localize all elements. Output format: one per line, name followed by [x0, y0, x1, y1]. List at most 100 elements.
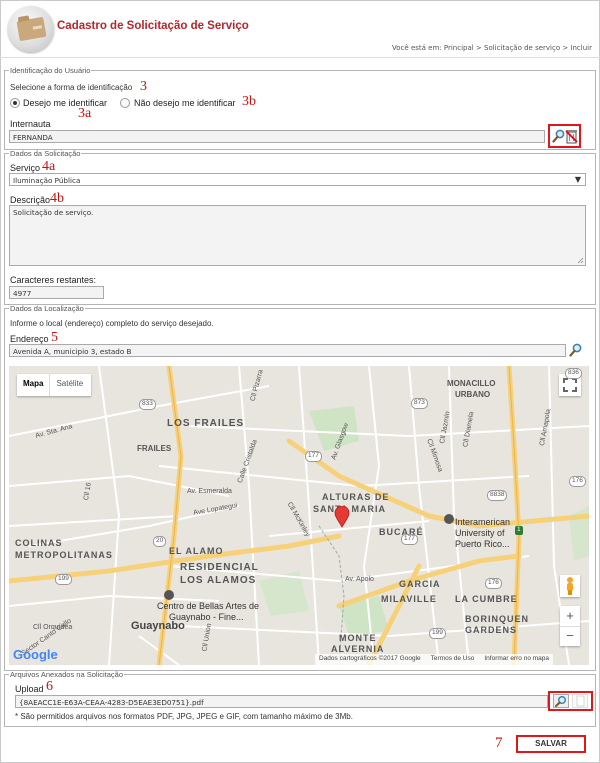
poi-bellas-artes-icon: [164, 590, 174, 600]
upload-field[interactable]: {8AEACC1E-E63A-CEAA-4283-D5EAE3ED0751}.p…: [15, 695, 548, 708]
page-header: Cadastro de Solicitação de Serviço Você …: [0, 0, 600, 58]
zoom-in-button[interactable]: +: [560, 606, 580, 626]
street-av-esmeralda: Av. Esmeralda: [187, 488, 232, 495]
legend-identificacao: Identificação do Usuário: [10, 66, 91, 75]
road-shield: 176: [569, 476, 586, 487]
place-metropolitanas: METROPOLITANAS: [15, 550, 113, 560]
place-monte: MONTE: [339, 633, 377, 643]
road-shield: 833: [139, 399, 156, 410]
place-garcia: GARCIA: [399, 579, 441, 589]
search-icon: [552, 129, 565, 143]
place-interamerican-3: Puerto Rico...: [455, 539, 510, 549]
upload-browse-button[interactable]: [553, 694, 569, 708]
zoom-control: + −: [560, 606, 580, 646]
place-la-cumbre: LA CUMBRE: [455, 594, 518, 604]
internauta-label: Internauta: [10, 119, 51, 129]
internauta-field[interactable]: FERNANDA: [9, 130, 545, 143]
place-monacillo-1: MONACILLO: [447, 379, 496, 388]
place-frailes: FRAILES: [137, 444, 172, 453]
location-marker-icon[interactable]: [334, 506, 350, 528]
place-alvernia: ALVERNIA: [331, 644, 385, 654]
street-view-pegman[interactable]: [560, 575, 580, 597]
descricao-textarea[interactable]: Solicitação de serviço.: [9, 205, 586, 266]
road-shield: 176: [485, 578, 502, 589]
place-centro-bellas-artes-1: Centro de Bellas Artes de: [157, 601, 260, 611]
map[interactable]: Mapa Satélite LOS FRAILES FRAILES COLINA…: [9, 366, 589, 665]
upload-note: * São permitidos arquivos nos formatos P…: [15, 712, 353, 721]
internauta-clear-button[interactable]: [565, 128, 578, 144]
upload-clear-button[interactable]: [572, 694, 588, 708]
servico-select[interactable]: Iluminação Pública ▼: [9, 173, 586, 186]
descricao-textarea-value: Solicitação de serviço.: [13, 208, 94, 217]
radio-nao-identificar-label[interactable]: Não desejo me identificar: [134, 98, 236, 108]
caracteres-restantes-field: 4977: [9, 286, 104, 299]
caracteres-label: Caracteres restantes:: [10, 275, 97, 285]
google-logo: Google: [13, 647, 58, 662]
page-title: Cadastro de Solicitação de Serviço: [57, 20, 249, 32]
zoom-out-button[interactable]: −: [560, 626, 580, 646]
annotation-3: 3: [140, 79, 147, 94]
map-copyright: Dados cartográficos ©2017 Google: [319, 655, 421, 662]
road-shield: 836: [565, 368, 582, 379]
localizacao-instruction: Informe o local (endereço) completo do s…: [10, 319, 214, 328]
descricao-label: Descrição: [10, 195, 51, 205]
poi-university-icon: [444, 514, 454, 524]
road-shield: 199: [55, 574, 72, 585]
annotation-6: 6: [46, 679, 53, 694]
place-alturas-1: ALTURAS DE: [322, 492, 390, 502]
road-shield: 177: [305, 451, 322, 462]
search-icon: [569, 343, 582, 357]
trash-icon: [565, 130, 578, 144]
endereco-field[interactable]: Avenida A, municipio 3, estado B: [9, 344, 566, 357]
upload-label: Upload: [15, 684, 44, 694]
place-borinquen: BORINQUEN: [465, 614, 530, 624]
map-footer: Dados cartográficos ©2017 Google Termos …: [315, 654, 554, 665]
chevron-down-icon: ▼: [574, 175, 581, 184]
place-monacillo-2: URBANO: [455, 390, 491, 399]
place-gardens: GARDENS: [465, 625, 518, 635]
map-type-mapa[interactable]: Mapa: [17, 374, 51, 396]
place-los-alamos: LOS ALAMOS: [180, 575, 257, 586]
place-interamerican-2: University of: [455, 528, 505, 538]
map-type-satelite[interactable]: Satélite: [50, 374, 89, 396]
annotation-3b: 3b: [242, 94, 256, 109]
annotation-7: 7: [495, 735, 503, 751]
road-shield: 177: [401, 534, 418, 545]
servico-select-value: Iluminação Pública: [13, 176, 81, 185]
resize-handle-icon[interactable]: [577, 257, 584, 264]
annotation-5: 5: [51, 330, 58, 345]
place-los-frailes: LOS FRAILES: [167, 418, 245, 429]
road-shield: 20: [153, 536, 167, 547]
place-el-alamo: EL ALAMO: [169, 546, 224, 556]
annotation-4a: 4a: [42, 159, 56, 174]
breadcrumb: Você está em: Principal > Solicitação de…: [392, 44, 592, 52]
radio-identificar[interactable]: [10, 98, 20, 108]
search-icon: [555, 696, 566, 707]
place-interamerican-1: Interamerican: [455, 517, 511, 527]
folder-icon: [16, 16, 47, 42]
street-av-apolo: Av. Apolo: [345, 576, 374, 583]
identificacao-instruction: Selecione a forma de identificação: [10, 83, 133, 92]
endereco-label: Endereço: [10, 334, 49, 344]
document-icon: [576, 695, 585, 707]
place-residencial: RESIDENCIAL: [180, 562, 259, 573]
place-milaville: MILAVILLE: [381, 594, 437, 604]
road-shield: 873: [411, 398, 428, 409]
save-button[interactable]: SALVAR: [516, 735, 586, 753]
place-colinas: COLINAS: [15, 538, 63, 548]
radio-identificar-label[interactable]: Desejo me identificar: [23, 98, 107, 108]
road-shield: 8838: [487, 490, 508, 501]
legend-anexos: Arquivos Anexados na Solicitação: [10, 670, 123, 679]
radio-nao-identificar[interactable]: [120, 98, 130, 108]
map-type-control: Mapa Satélite: [17, 374, 91, 396]
map-report-link[interactable]: Informar erro no mapa: [484, 655, 549, 664]
annotation-4b: 4b: [50, 191, 64, 206]
road-shield: 1: [515, 526, 523, 535]
legend-solicitacao: Dados da Solicitação: [10, 149, 81, 158]
legend-localizacao: Dados da Localização: [10, 304, 84, 313]
map-terms-link[interactable]: Termos de Uso: [431, 655, 475, 664]
internauta-search-button[interactable]: [552, 129, 565, 143]
road-shield: 199: [429, 628, 446, 639]
endereco-search-button[interactable]: [569, 343, 582, 357]
annotation-3a: 3a: [78, 106, 92, 121]
